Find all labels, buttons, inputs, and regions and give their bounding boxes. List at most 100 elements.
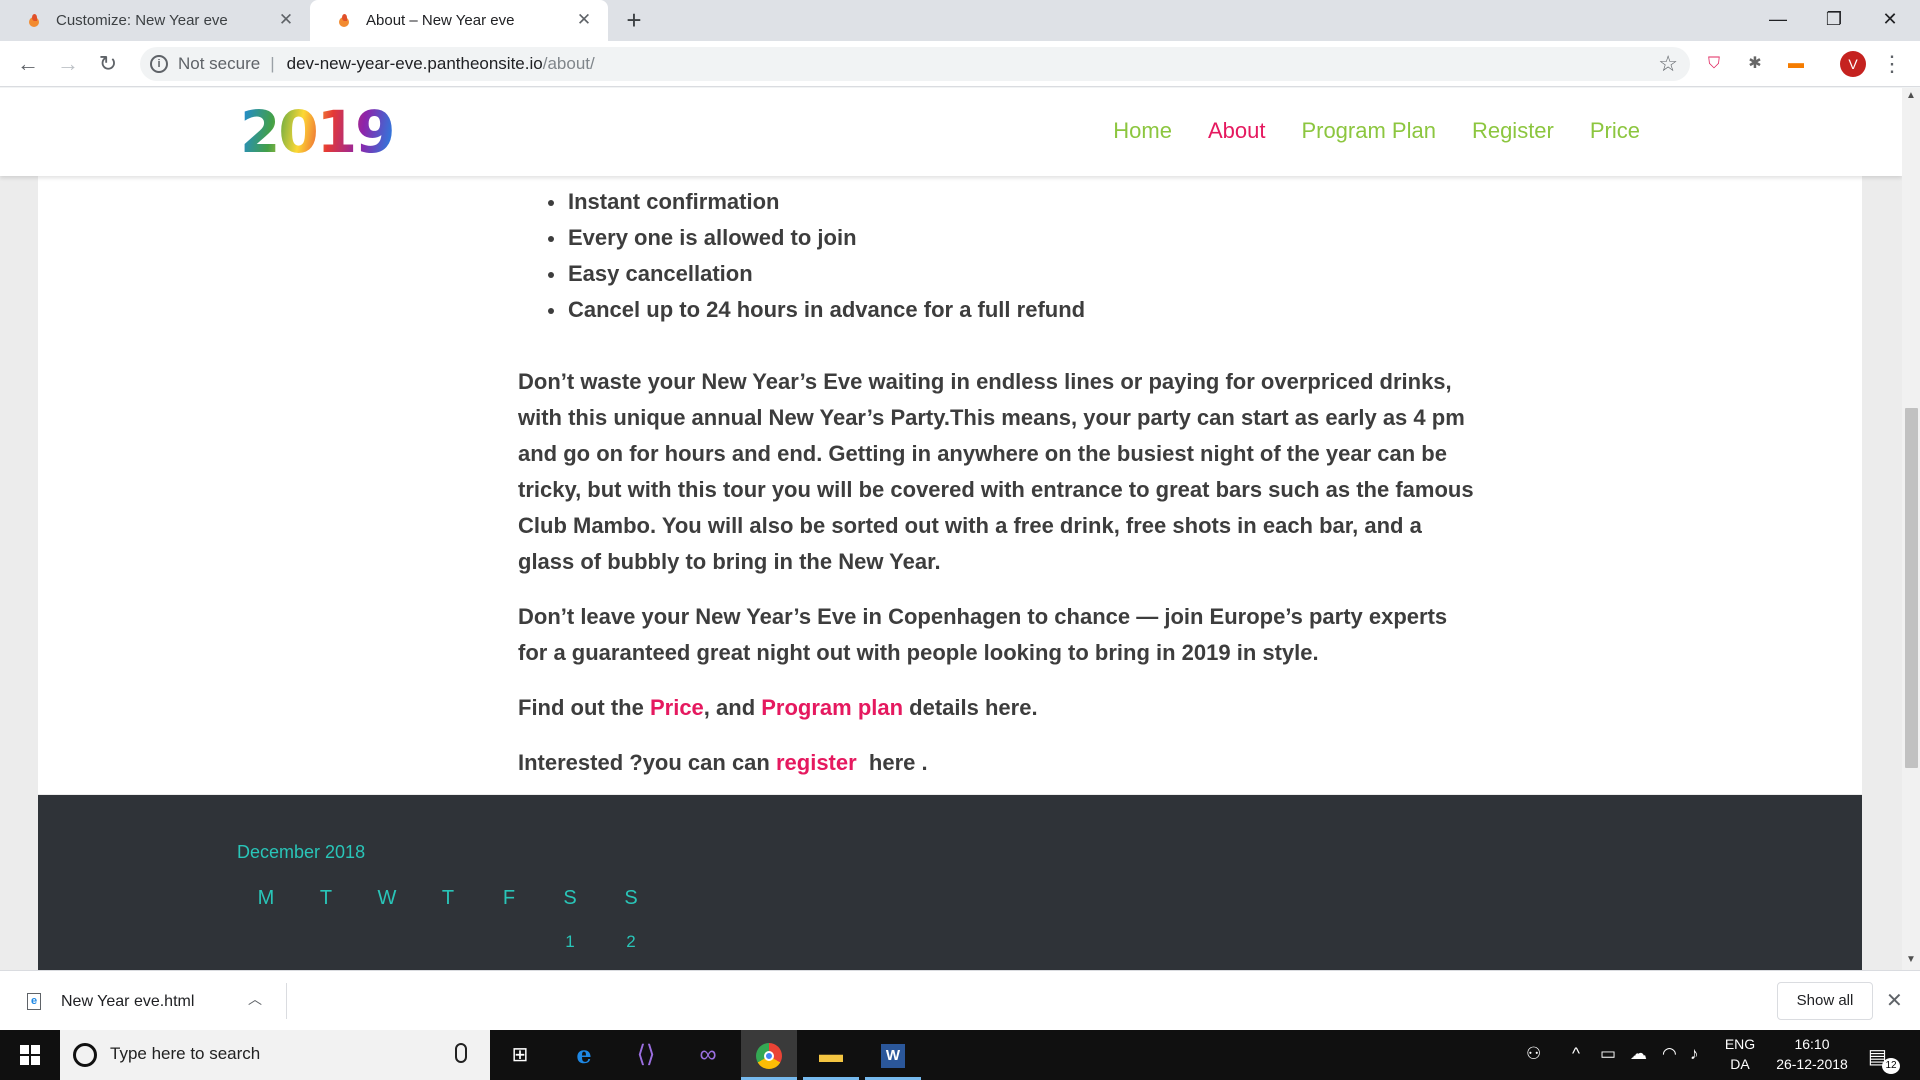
- back-arrow-icon[interactable]: ←: [14, 50, 42, 78]
- register-suffix: here .: [856, 750, 928, 775]
- chrome-icon[interactable]: [741, 1030, 797, 1080]
- intro-paragraph: Don’t waste your New Year’s Eve waiting …: [518, 369, 1474, 574]
- security-label: Not secure: [178, 54, 261, 73]
- close-icon[interactable]: ✕: [1886, 988, 1903, 1013]
- tab-customize[interactable]: Customize: New Year eve ✕: [0, 0, 310, 41]
- edge-browser-icon[interactable]: e: [556, 1030, 612, 1080]
- calendar-day-header: M: [257, 887, 275, 909]
- new-tab-button[interactable]: +: [620, 7, 648, 34]
- profile-avatar[interactable]: V: [1840, 51, 1866, 77]
- bug-extension-icon[interactable]: ✱: [1743, 52, 1767, 76]
- tab-about[interactable]: About – New Year eve ✕: [310, 0, 608, 41]
- task-view-icon[interactable]: ⊞: [492, 1030, 548, 1080]
- people-icon[interactable]: ⚇: [1526, 1044, 1541, 1064]
- forward-arrow-icon[interactable]: →: [54, 50, 82, 78]
- language-indicator[interactable]: ENG DA: [1718, 1036, 1762, 1072]
- scrollbar-thumb[interactable]: [1905, 408, 1918, 768]
- register-prefix: Interested ?you can can: [518, 750, 776, 775]
- minimize-window-button[interactable]: —: [1750, 0, 1806, 41]
- pocket-extension-icon[interactable]: ⛉: [1702, 52, 1726, 76]
- calendar-date[interactable]: 2: [616, 932, 646, 952]
- close-tab-icon[interactable]: ✕: [574, 10, 594, 30]
- windows-logo-icon: [31, 1056, 40, 1065]
- tab-strip: Customize: New Year eve ✕ About – New Ye…: [0, 0, 1920, 41]
- scroll-up-arrow-icon[interactable]: ▲: [1902, 90, 1920, 104]
- cortana-icon: [73, 1043, 97, 1067]
- language-bottom: DA: [1730, 1056, 1750, 1072]
- program-plan-link[interactable]: Program plan: [761, 695, 903, 720]
- tab-title: About – New Year eve: [366, 12, 515, 29]
- clock-date: 26-12-2018: [1776, 1056, 1848, 1072]
- clock-time: 16:10: [1794, 1036, 1830, 1052]
- details-middle: , and: [703, 695, 762, 720]
- features-list: Instant confirmation Every one is allowe…: [518, 184, 1478, 328]
- file-explorer-icon[interactable]: ▬: [803, 1030, 859, 1080]
- notification-badge: 12: [1882, 1058, 1900, 1074]
- reload-icon[interactable]: ↻: [94, 50, 122, 78]
- bookmark-star-icon[interactable]: ☆: [1658, 51, 1678, 77]
- chevron-up-icon[interactable]: ︿: [248, 989, 262, 1009]
- details-paragraph: Find out the Price, and Program plan det…: [518, 690, 1478, 726]
- address-bar[interactable]: i Not secure | dev-new-year-eve.pantheon…: [140, 47, 1690, 81]
- close-tab-icon[interactable]: ✕: [276, 10, 296, 30]
- nav-program-plan[interactable]: Program Plan: [1301, 118, 1436, 144]
- calendar-day-header: S: [563, 887, 577, 909]
- windows-logo-icon: [20, 1045, 29, 1054]
- volume-icon[interactable]: ♪: [1690, 1044, 1699, 1064]
- wifi-icon[interactable]: ◠: [1662, 1044, 1677, 1064]
- battery-icon[interactable]: ▭: [1600, 1044, 1616, 1064]
- nav-register[interactable]: Register: [1472, 118, 1554, 144]
- taskbar-search-box[interactable]: Type here to search: [60, 1030, 490, 1080]
- nav-price[interactable]: Price: [1590, 118, 1640, 144]
- list-item: Cancel up to 24 hours in advance for a f…: [548, 292, 1478, 328]
- vscode-icon[interactable]: ⟨⟩: [618, 1030, 674, 1080]
- download-file-name[interactable]: New Year eve.html: [61, 993, 194, 1011]
- html-file-icon: e: [27, 993, 41, 1010]
- copenhagen-paragraph: Don’t leave your New Year’s Eve in Copen…: [518, 604, 1448, 665]
- register-paragraph: Interested ?you can can register here .: [518, 745, 1478, 781]
- onedrive-icon[interactable]: ☁: [1630, 1044, 1647, 1064]
- windows-logo-icon: [31, 1045, 40, 1054]
- scroll-down-arrow-icon[interactable]: ▼: [1902, 954, 1920, 968]
- divider: [286, 983, 287, 1019]
- clock[interactable]: 16:10 26-12-2018: [1766, 1036, 1858, 1072]
- nav-about[interactable]: About: [1208, 118, 1266, 144]
- page-viewport: Instant confirmation Every one is allowe…: [0, 88, 1902, 970]
- microphone-icon[interactable]: [455, 1043, 467, 1063]
- vertical-scrollbar[interactable]: ▲ ▼: [1902, 88, 1920, 970]
- chevron-up-icon[interactable]: ^: [1572, 1044, 1580, 1064]
- list-item: Instant confirmation: [548, 184, 1478, 220]
- calendar-day-header: T: [441, 887, 455, 909]
- start-button[interactable]: [0, 1030, 60, 1080]
- site-favicon-icon: [26, 13, 42, 29]
- restore-window-button[interactable]: ❐: [1806, 0, 1862, 41]
- downloads-bar: e New Year eve.html ︿ Show all ✕: [0, 970, 1920, 1030]
- close-window-button[interactable]: ✕: [1862, 0, 1918, 41]
- url-host: dev-new-year-eve.pantheonsite.io: [286, 54, 543, 73]
- calendar-date[interactable]: 1: [555, 932, 585, 952]
- site-header: 2019 Home About Program Plan Register Pr…: [0, 88, 1902, 176]
- register-link[interactable]: register: [776, 750, 857, 775]
- calendar-title: December 2018: [237, 842, 366, 862]
- windows-logo-icon: [20, 1056, 29, 1065]
- calendar-day-header: T: [319, 887, 333, 909]
- show-all-button[interactable]: Show all: [1777, 982, 1873, 1020]
- price-link[interactable]: Price: [650, 695, 704, 720]
- calendar-day-header: F: [502, 887, 516, 909]
- extension-icon[interactable]: ▬: [1784, 52, 1808, 76]
- calendar-day-header: S: [624, 887, 638, 909]
- content-area: Instant confirmation Every one is allowe…: [38, 88, 1862, 794]
- nav-home[interactable]: Home: [1113, 118, 1172, 144]
- tab-title: Customize: New Year eve: [56, 12, 228, 29]
- details-suffix: details here.: [903, 695, 1038, 720]
- site-navigation: Home About Program Plan Register Price: [1113, 118, 1640, 144]
- language-top: ENG: [1724, 1036, 1756, 1052]
- info-icon[interactable]: i: [150, 55, 168, 73]
- site-footer: December 2018 M T W T F S S 1 2: [38, 795, 1862, 970]
- visual-studio-icon[interactable]: ∞: [680, 1030, 736, 1080]
- word-icon[interactable]: W: [865, 1030, 921, 1080]
- more-menu-icon[interactable]: ⋮: [1880, 51, 1904, 77]
- search-placeholder: Type here to search: [110, 1044, 261, 1063]
- site-logo[interactable]: 2019: [240, 100, 395, 164]
- list-item: Easy cancellation: [548, 256, 1478, 292]
